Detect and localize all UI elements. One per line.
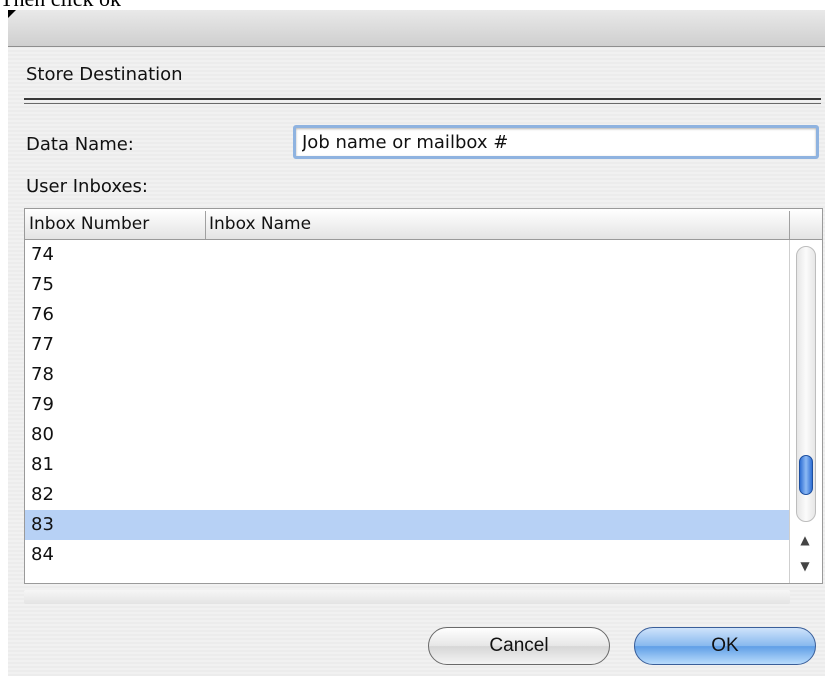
store-destination-dialog: Store Destination Data Name: User Inboxe… [8,10,825,676]
table-row[interactable]: 77 [25,330,789,360]
section-title: Store Destination [26,64,183,85]
scroll-down-arrow-icon[interactable]: ▼ [796,556,814,576]
section-divider [24,98,821,104]
horizontal-scrollbar[interactable] [24,590,790,604]
table-header: Inbox Number Inbox Name [25,209,822,240]
caption-text: Then click ok [0,0,121,10]
inbox-table[interactable]: Inbox Number Inbox Name 74 75 76 77 78 7… [24,208,823,584]
cancel-button[interactable]: Cancel [428,627,610,665]
table-row[interactable]: 79 [25,390,789,420]
table-row[interactable]: 81 [25,450,789,480]
table-row[interactable]: 82 [25,480,789,510]
column-header-inbox-number[interactable]: Inbox Number [25,211,206,239]
scroll-thumb[interactable] [799,455,813,495]
column-header-inbox-name[interactable]: Inbox Name [205,211,789,239]
table-row[interactable]: 80 [25,420,789,450]
window-corner [8,10,16,18]
table-row[interactable]: 75 [25,270,789,300]
data-name-input[interactable] [293,125,819,159]
vertical-scrollbar[interactable]: ▲ ▼ [789,240,822,583]
table-row[interactable]: 78 [25,360,789,390]
table-row[interactable]: 76 [25,300,789,330]
table-body: 74 75 76 77 78 79 80 81 82 83 84 [25,240,789,583]
user-inboxes-label: User Inboxes: [26,176,148,197]
title-bar[interactable] [8,10,825,47]
ok-button[interactable]: OK [634,627,816,665]
table-row-selected[interactable]: 83 [25,510,789,540]
scroll-track[interactable] [796,246,816,522]
table-row[interactable]: 84 [25,540,789,570]
scroll-up-arrow-icon[interactable]: ▲ [796,530,814,550]
header-corner [789,211,822,239]
table-row[interactable]: 74 [25,240,789,270]
data-name-label: Data Name: [26,134,134,155]
